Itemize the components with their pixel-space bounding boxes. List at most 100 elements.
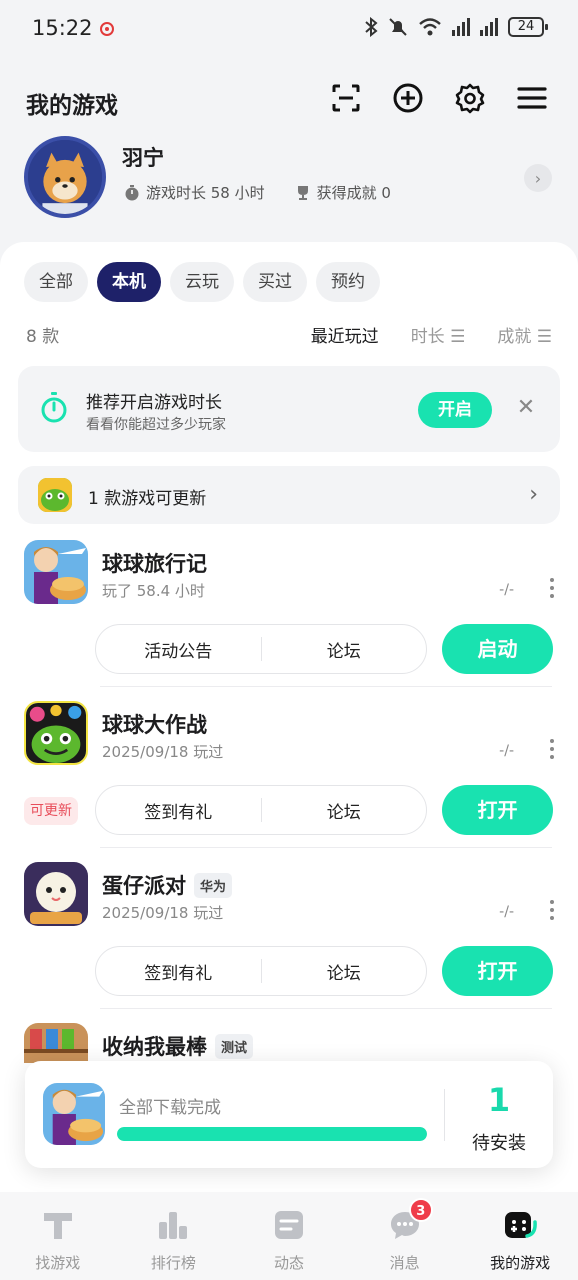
status-bar: 15:22 24 (0, 0, 578, 60)
game-progress: -/- (499, 582, 514, 598)
nav-my-games[interactable]: 我的游戏 (462, 1192, 578, 1280)
ranking-icon (159, 1212, 188, 1239)
game-progress: -/- (499, 904, 514, 920)
game-subtitle: 2025/09/18 玩过 (102, 743, 224, 761)
forum-button[interactable]: 论坛 (262, 637, 427, 662)
bottom-nav: 找游戏 排行榜 动态 3 消息 我的游戏 (0, 1192, 578, 1280)
test-tag: 测试 (215, 1033, 254, 1059)
signal-icon-2 (480, 18, 498, 36)
game-options: 签到有礼 论坛 (95, 946, 427, 996)
signal-icon (452, 18, 470, 36)
game-item: 收纳我最棒 测试 (0, 1023, 578, 1063)
game-title: 蛋仔派对 (102, 874, 186, 898)
page-title: 我的游戏 (26, 93, 118, 119)
message-badge: 3 (408, 1198, 433, 1222)
nav-label: 动态 (273, 1254, 304, 1272)
launch-button[interactable]: 启动 (442, 624, 553, 674)
playtime-text: 游戏时长 58 小时 (146, 184, 265, 202)
sort-recent[interactable]: 最近玩过 (311, 322, 379, 347)
banner-title: 推荐开启游戏时长 (86, 393, 222, 413)
sort-options: 最近玩过 时长 ☰ 成就 ☰ (311, 322, 552, 347)
game-icon[interactable] (24, 862, 88, 926)
platform-tag: 华为 (194, 872, 233, 898)
menu-icon[interactable] (516, 82, 548, 114)
profile-arrow-icon[interactable]: › (524, 164, 552, 192)
playtime-banner: 推荐开启游戏时长 看看你能超过多少玩家 开启 ✕ (18, 366, 560, 452)
nav-label: 排行榜 (150, 1254, 196, 1272)
feed-icon (274, 1211, 303, 1239)
settings-icon[interactable] (454, 82, 486, 114)
stopwatch-icon (41, 392, 67, 423)
tab-purchased[interactable]: 买过 (243, 262, 307, 302)
checkin-button[interactable]: 签到有礼 (96, 959, 261, 984)
mute-bell-icon (389, 18, 407, 36)
checkin-button[interactable]: 签到有礼 (96, 798, 261, 823)
download-status: 全部下载完成 (119, 1098, 221, 1118)
announcement-button[interactable]: 活动公告 (96, 637, 261, 662)
sort-achievement[interactable]: 成就 ☰ (497, 322, 552, 347)
update-game-icon (38, 478, 72, 512)
nav-find-game[interactable]: 找游戏 (0, 1192, 116, 1280)
download-game-icon (43, 1083, 105, 1145)
header-actions (330, 82, 548, 114)
nav-feed[interactable]: 动态 (231, 1192, 347, 1280)
game-item: 球球旅行记 玩了 58.4 小时 -/- 活动公告 论坛 启动 (0, 540, 578, 702)
tab-local[interactable]: 本机 (97, 262, 161, 302)
nav-ranking[interactable]: 排行榜 (116, 1192, 232, 1280)
sort-playtime[interactable]: 时长 ☰ (411, 322, 466, 347)
trophy-icon (297, 185, 308, 200)
pending-label: 待安装 (472, 1133, 526, 1154)
game-progress: -/- (499, 743, 514, 759)
game-icon[interactable] (24, 540, 88, 604)
game-name: 球球旅行记 (102, 548, 207, 578)
update-text: 1 款游戏可更新 (88, 489, 207, 509)
game-item: 球球大作战 2025/09/18 玩过 -/- 可更新 签到有礼 论坛 打开 (0, 701, 578, 863)
game-title: 球球旅行记 (102, 552, 207, 576)
game-subtitle: 2025/09/18 玩过 (102, 904, 224, 922)
game-icon[interactable] (24, 701, 88, 765)
game-title: 收纳我最棒 (102, 1035, 207, 1059)
game-icon[interactable] (24, 1023, 88, 1063)
download-panel[interactable]: 全部下载完成 1 待安装 (25, 1061, 553, 1168)
add-icon[interactable] (392, 82, 424, 114)
wifi-icon (419, 18, 441, 36)
update-badge: 可更新 (24, 797, 78, 825)
nav-message[interactable]: 3 消息 (347, 1192, 463, 1280)
game-subtitle: 玩了 58.4 小时 (102, 582, 205, 600)
close-icon[interactable]: ✕ (514, 396, 538, 420)
game-options: 活动公告 论坛 (95, 624, 427, 674)
banner-subtitle: 看看你能超过多少玩家 (86, 417, 226, 433)
game-name: 蛋仔派对 华为 (102, 870, 233, 900)
chevron-right-icon: › (529, 482, 538, 507)
game-options: 签到有礼 论坛 (95, 785, 427, 835)
download-progress-bar (117, 1127, 427, 1141)
open-button[interactable]: 打开 (442, 785, 553, 835)
achievements-text: 获得成就 0 (316, 184, 391, 202)
more-icon[interactable] (550, 900, 556, 920)
game-item: 蛋仔派对 华为 2025/09/18 玩过 -/- 签到有礼 论坛 打开 (0, 862, 578, 1024)
nav-label: 我的游戏 (490, 1254, 551, 1272)
nav-label: 消息 (389, 1254, 420, 1272)
scan-icon[interactable] (330, 82, 362, 114)
update-bar[interactable]: 1 款游戏可更新 › (18, 466, 560, 524)
more-icon[interactable] (550, 739, 556, 759)
more-icon[interactable] (550, 578, 556, 598)
battery-icon: 24 (508, 17, 548, 37)
pending-count: 1 (487, 1081, 511, 1119)
my-games-icon (505, 1212, 538, 1238)
open-button[interactable]: 打开 (442, 946, 553, 996)
tab-cloud[interactable]: 云玩 (170, 262, 234, 302)
status-time: 15:22 (32, 16, 93, 40)
filter-tabs: 全部 本机 云玩 买过 预约 (24, 262, 380, 302)
game-title: 球球大作战 (102, 713, 207, 737)
tab-reserved[interactable]: 预约 (316, 262, 380, 302)
bluetooth-icon (365, 17, 378, 37)
recording-icon (100, 22, 114, 36)
avatar[interactable] (24, 136, 106, 218)
tab-all[interactable]: 全部 (24, 262, 88, 302)
forum-button[interactable]: 论坛 (262, 959, 427, 984)
enable-button[interactable]: 开启 (418, 392, 492, 428)
status-icons: 24 (364, 17, 548, 37)
username: 羽宁 (122, 146, 164, 170)
forum-button[interactable]: 论坛 (262, 798, 427, 823)
